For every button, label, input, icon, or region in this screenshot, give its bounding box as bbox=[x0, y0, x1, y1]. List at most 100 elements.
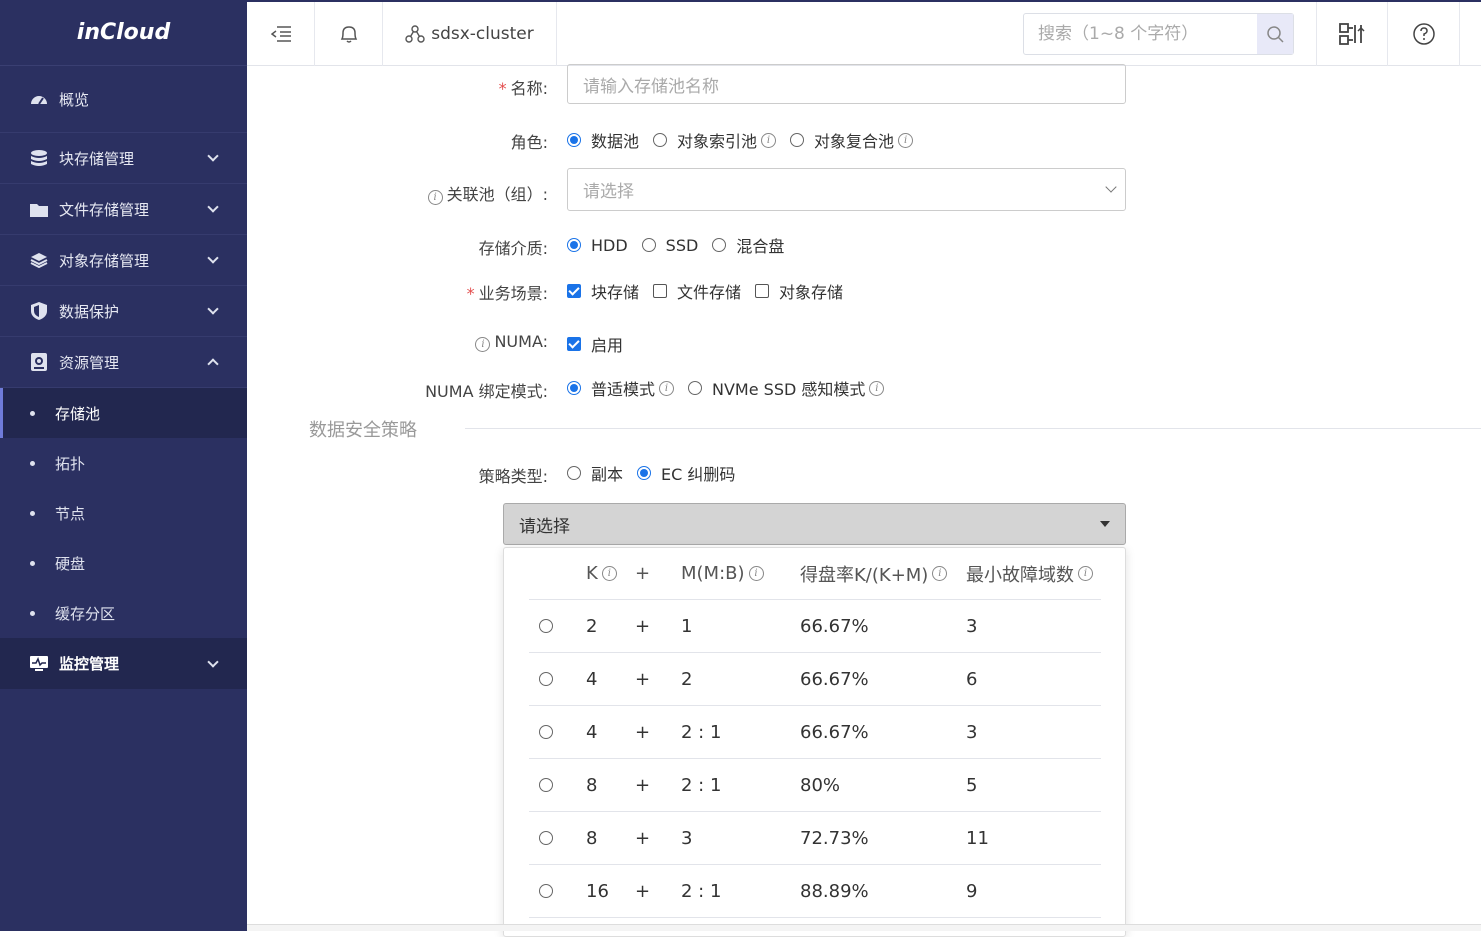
cell-min: 11 bbox=[966, 827, 989, 849]
search-input[interactable] bbox=[1024, 14, 1257, 54]
cell-min: 9 bbox=[966, 880, 978, 902]
layers-icon bbox=[30, 251, 48, 269]
info-icon[interactable]: i bbox=[869, 380, 885, 396]
sidebar-item-file-storage[interactable]: 文件存储管理 bbox=[0, 184, 247, 235]
sidebar-item-label: 块存储管理 bbox=[59, 149, 135, 168]
sidebar-subitem-disks[interactable]: 硬盘 bbox=[0, 538, 247, 588]
radio-unchecked[interactable] bbox=[539, 619, 553, 633]
radio-unchecked[interactable] bbox=[539, 672, 553, 686]
chevron-up-icon bbox=[207, 358, 219, 370]
sidebar-subitem-cache-partition[interactable]: 缓存分区 bbox=[0, 588, 247, 638]
search-button[interactable] bbox=[1257, 14, 1293, 54]
info-icon[interactable]: i bbox=[427, 190, 443, 205]
cell-m: 2 : 1 bbox=[681, 774, 722, 796]
radio-unchecked bbox=[641, 238, 656, 252]
role-option-index-pool[interactable]: 对象索引池 i bbox=[653, 128, 777, 152]
cell-plus: + bbox=[635, 880, 651, 902]
media-option-hybrid[interactable]: 混合盘 bbox=[712, 233, 784, 257]
info-icon[interactable]: i bbox=[659, 380, 675, 396]
info-icon[interactable]: i bbox=[1078, 566, 1093, 581]
table-row[interactable]: 16 + 2 : 1 88.89% 9 bbox=[529, 865, 1101, 918]
numa-mode-option-nvme[interactable]: NVMe SSD 感知模式 i bbox=[688, 376, 885, 400]
scenario-label: * 业务场景: bbox=[466, 284, 548, 303]
bell-icon bbox=[340, 25, 357, 43]
cell-m: 3 bbox=[681, 827, 693, 849]
numa-label: i NUMA: bbox=[471, 332, 548, 352]
ec-select[interactable]: 请选择 bbox=[503, 503, 1126, 545]
cluster-selector[interactable]: sdsx-cluster bbox=[383, 1, 557, 66]
scenario-option-object[interactable]: 对象存储 bbox=[755, 279, 843, 303]
info-icon[interactable]: i bbox=[932, 566, 948, 581]
numa-mode-radio-group: 普适模式 i NVMe SSD 感知模式 i bbox=[567, 376, 898, 400]
info-icon[interactable]: i bbox=[898, 132, 914, 148]
notifications-button[interactable] bbox=[315, 1, 383, 66]
radio-unchecked[interactable] bbox=[539, 778, 553, 792]
sidebar-item-monitoring[interactable]: 监控管理 bbox=[0, 638, 247, 689]
chevron-down-icon bbox=[1105, 181, 1117, 193]
tools-button[interactable] bbox=[1316, 2, 1388, 66]
policy-option-ec[interactable]: EC 纠删码 bbox=[637, 461, 735, 485]
help-icon bbox=[1412, 23, 1435, 45]
scenario-checkbox-group: 块存储 文件存储 对象存储 bbox=[567, 279, 857, 303]
radio-unchecked[interactable] bbox=[539, 884, 553, 898]
role-option-data-pool[interactable]: 数据池 bbox=[567, 128, 639, 152]
sidebar: inCloud 概览 块存储管理 文件存储管理 对象存储管理 数据保护 资源管理… bbox=[0, 0, 247, 931]
role-option-composite-pool[interactable]: 对象复合池 i bbox=[790, 128, 914, 152]
chevron-down-icon bbox=[207, 655, 219, 668]
sidebar-item-data-protection[interactable]: 数据保护 bbox=[0, 286, 247, 337]
cell-k: 16 bbox=[586, 880, 609, 902]
shield-icon bbox=[30, 302, 48, 320]
role-radio-group: 数据池 对象索引池 i 对象复合池 i bbox=[567, 128, 927, 152]
logo-text: inCloud bbox=[76, 20, 171, 45]
radio-unchecked bbox=[567, 466, 581, 480]
radio-unchecked bbox=[712, 238, 727, 252]
sidebar-item-block-storage[interactable]: 块存储管理 bbox=[0, 133, 247, 184]
logo[interactable]: inCloud bbox=[0, 0, 247, 66]
folder-icon bbox=[30, 200, 48, 218]
radio-unchecked[interactable] bbox=[539, 831, 553, 845]
sidebar-item-resource-management[interactable]: 资源管理 bbox=[0, 337, 247, 388]
table-row[interactable]: 4 + 2 : 1 66.67% 3 bbox=[529, 706, 1101, 759]
scenario-option-file[interactable]: 文件存储 bbox=[653, 279, 741, 303]
table-row[interactable]: 2 + 1 66.67% 3 bbox=[529, 600, 1101, 653]
pool-name-input[interactable]: 请输入存储池名称 bbox=[567, 64, 1126, 104]
numa-mode-option-general[interactable]: 普适模式 i bbox=[567, 376, 675, 400]
content-area: * 名称: 请输入存储池名称 角色: 数据池 对象索引池 i 对象复合池 i i 关联池… bbox=[247, 64, 1481, 937]
horizontal-scrollbar[interactable] bbox=[247, 924, 1481, 931]
media-option-hdd[interactable]: HDD bbox=[567, 236, 628, 255]
radio-unchecked[interactable] bbox=[539, 725, 553, 739]
sidebar-subitem-storage-pool[interactable]: 存储池 bbox=[0, 388, 247, 438]
header-k: Ki bbox=[586, 548, 617, 599]
info-icon[interactable]: i bbox=[761, 132, 777, 148]
chevron-down-icon bbox=[207, 201, 219, 213]
sidebar-item-label: 对象存储管理 bbox=[59, 251, 150, 270]
cell-plus: + bbox=[635, 774, 651, 796]
help-button[interactable] bbox=[1388, 2, 1460, 66]
info-icon[interactable]: i bbox=[475, 337, 491, 352]
table-row[interactable]: 8 + 3 72.73% 11 bbox=[529, 812, 1101, 865]
table-row[interactable]: 4 + 2 66.67% 6 bbox=[529, 653, 1101, 706]
linked-pool-select[interactable]: 请选择 bbox=[567, 168, 1126, 211]
numa-enable-option[interactable]: 启用 bbox=[567, 332, 623, 356]
topbar: sdsx-cluster bbox=[247, 0, 1481, 66]
sidebar-item-overview[interactable]: 概览 bbox=[0, 66, 247, 133]
checkbox-unchecked bbox=[653, 284, 668, 298]
radio-checked bbox=[567, 238, 581, 252]
info-icon[interactable]: i bbox=[601, 566, 617, 581]
table-row[interactable]: 8 + 2 : 1 80% 5 bbox=[529, 759, 1101, 812]
cell-k: 2 bbox=[586, 615, 598, 637]
scenario-option-block[interactable]: 块存储 bbox=[567, 279, 639, 303]
sidebar-item-label: 数据保护 bbox=[59, 302, 120, 321]
media-option-ssd[interactable]: SSD bbox=[641, 236, 698, 255]
radio-checked bbox=[637, 466, 652, 480]
menu-toggle-button[interactable] bbox=[247, 1, 315, 66]
cell-m: 1 bbox=[681, 615, 693, 637]
sidebar-item-object-storage[interactable]: 对象存储管理 bbox=[0, 235, 247, 286]
cell-rate: 66.67% bbox=[800, 668, 869, 690]
info-icon[interactable]: i bbox=[748, 566, 764, 581]
policy-option-replica[interactable]: 副本 bbox=[567, 461, 623, 485]
sidebar-subitem-topology[interactable]: 拓扑 bbox=[0, 438, 247, 488]
radio-unchecked bbox=[688, 381, 703, 395]
chevron-down-icon bbox=[207, 303, 219, 315]
sidebar-subitem-nodes[interactable]: 节点 bbox=[0, 488, 247, 538]
